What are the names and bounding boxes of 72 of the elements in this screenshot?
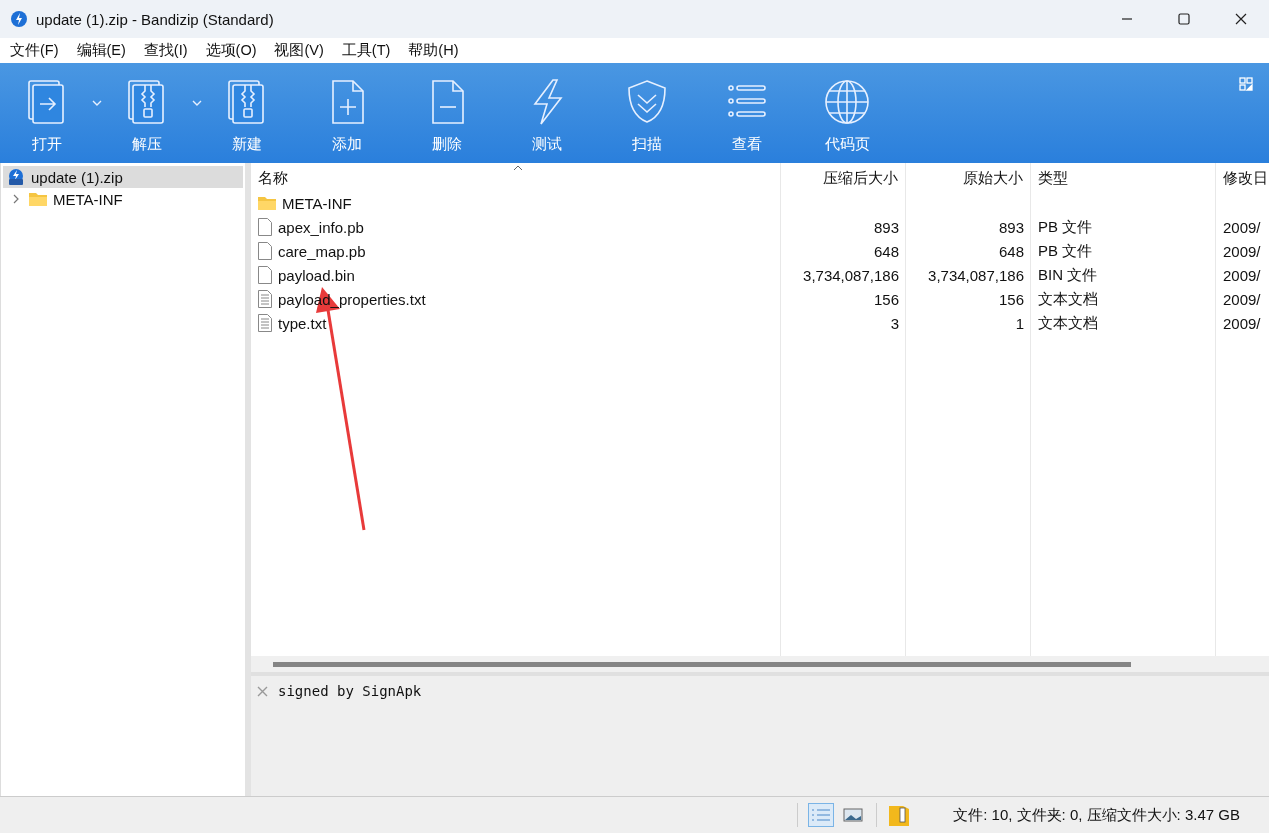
file-name[interactable]: type.txt	[278, 314, 327, 332]
folder-icon	[29, 192, 47, 206]
close-icon[interactable]	[257, 686, 268, 697]
file-icon	[258, 218, 272, 236]
table-cell: 2009/	[1223, 242, 1261, 260]
table-cell: 文本文档	[1038, 289, 1098, 309]
toolbar-button[interactable]: 扫描	[612, 63, 682, 163]
menu-item[interactable]: 工具(T)	[341, 41, 391, 60]
file-name[interactable]: care_map.pb	[278, 242, 366, 260]
table-cell: 3	[890, 314, 899, 332]
archive-folder-icon[interactable]	[889, 804, 910, 826]
window-title: update (1).zip - Bandizip (Standard)	[36, 10, 274, 28]
file-name[interactable]: META-INF	[282, 194, 352, 212]
caret-icon	[192, 100, 202, 106]
file-icon	[258, 266, 272, 284]
table-cell: 2009/	[1223, 266, 1261, 284]
table-cell: 2009/	[1223, 218, 1261, 236]
menu-item[interactable]: 帮助(H)	[408, 41, 459, 60]
menu-item[interactable]: 文件(F)	[10, 41, 59, 60]
table-cell: 3,734,087,186	[928, 266, 1024, 284]
column-header[interactable]: 原始大小	[906, 163, 1031, 191]
caret-icon	[92, 100, 102, 106]
layout-grid-icon[interactable]	[1239, 77, 1253, 91]
globe-icon	[823, 77, 871, 127]
toolbar-button[interactable]: 查看	[712, 63, 782, 163]
scrollbar-thumb[interactable]	[273, 661, 1131, 667]
toolbar-button[interactable]: 添加	[312, 63, 382, 163]
toolbar-button[interactable]: 新建	[212, 63, 282, 163]
table-cell: 156	[998, 290, 1024, 308]
text-file-icon	[258, 290, 272, 308]
column-header[interactable]: 修改日	[1216, 163, 1269, 191]
table-cell: 648	[873, 242, 899, 260]
table-cell: 156	[873, 290, 899, 308]
column-header[interactable]: 压缩后大小	[781, 163, 906, 191]
table-cell: BIN 文件	[1038, 265, 1098, 285]
tree-item[interactable]: META-INF	[25, 188, 127, 210]
toolbar-button[interactable]: 测试	[512, 63, 582, 163]
table-cell: 648	[998, 242, 1024, 260]
archive-comment: signed by SignApk	[278, 683, 422, 699]
archive-icon	[7, 168, 25, 186]
table-cell: 3,734,087,186	[803, 266, 899, 284]
list-icon	[810, 807, 833, 823]
file-name[interactable]: apex_info.pb	[278, 218, 364, 236]
table-cell: 1	[1015, 314, 1024, 332]
table-cell: 2009/	[1223, 290, 1261, 308]
menu-item[interactable]: 视图(V)	[274, 41, 324, 60]
toolbar-button[interactable]: 代码页	[812, 63, 882, 163]
app-logo-icon	[11, 11, 27, 27]
menu-item[interactable]: 查找(I)	[143, 41, 188, 60]
column-header[interactable]: 类型	[1031, 163, 1216, 191]
table-cell: 2009/	[1223, 314, 1261, 332]
close-icon	[1234, 13, 1247, 25]
text-file-icon	[258, 314, 272, 332]
details-view-button[interactable]	[808, 803, 835, 827]
folder-icon	[258, 196, 276, 210]
column-header[interactable]: 名称	[251, 163, 781, 191]
toolbar-button[interactable]: 解压	[112, 63, 182, 163]
table-cell: PB 文件	[1038, 241, 1093, 261]
menu-item[interactable]: 选项(O)	[205, 41, 257, 60]
table-cell: PB 文件	[1038, 217, 1093, 237]
toolbar-button[interactable]: 打开	[12, 63, 82, 163]
file-name[interactable]: payload.bin	[278, 266, 355, 284]
table-cell: 文本文档	[1038, 313, 1098, 333]
status-text: 文件: 10, 文件夹: 0, 压缩文件大小: 3.47 GB	[953, 805, 1240, 825]
menu-item[interactable]: 编辑(E)	[76, 41, 126, 60]
file-icon	[258, 242, 272, 260]
table-cell: 893	[873, 218, 899, 236]
tree-item[interactable]: update (1).zip	[3, 166, 243, 188]
table-cell: 893	[998, 218, 1024, 236]
toolbar-button[interactable]: 删除	[412, 63, 482, 163]
maximize-icon	[1177, 13, 1190, 25]
image-icon	[843, 807, 864, 823]
